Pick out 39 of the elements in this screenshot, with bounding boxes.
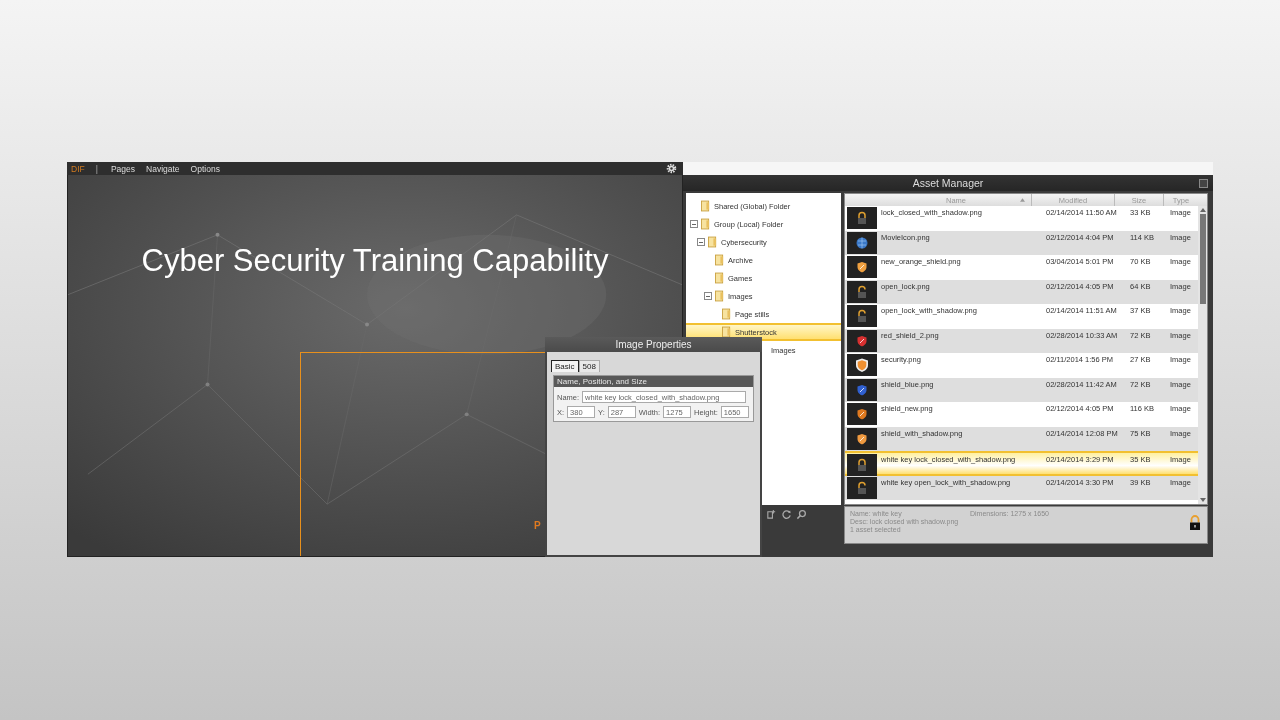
folder-icon: [722, 326, 731, 338]
scrollbar[interactable]: [1198, 206, 1207, 504]
lock-icon: [855, 211, 869, 225]
slide-title: Cyber Security Training Capability: [141, 242, 609, 279]
lock-icon: [855, 284, 869, 299]
tab[interactable]: Basic: [551, 360, 579, 372]
folder-icon: [715, 254, 724, 266]
refresh-icon[interactable]: [781, 509, 792, 520]
folder-icon: [715, 272, 724, 284]
tab[interactable]: 508: [578, 360, 600, 372]
folder-icon: [701, 200, 710, 212]
minimize-button[interactable]: [1199, 179, 1208, 188]
folder-icon: [701, 218, 710, 230]
lock-icon: [855, 480, 869, 495]
lock-icon: [855, 309, 869, 323]
globe-icon: [855, 235, 869, 250]
sort-icon: [1020, 198, 1025, 202]
search-icon[interactable]: [796, 509, 807, 520]
add-icon[interactable]: [766, 509, 777, 520]
lock-icon[interactable]: [1188, 514, 1202, 531]
group-title: Name, Position, and Size: [554, 376, 753, 387]
folder-icon: [722, 308, 731, 320]
dialog-title: Image Properties: [545, 337, 762, 352]
menu-item[interactable]: Options: [190, 163, 220, 174]
lock-icon: [855, 458, 869, 472]
menu-item[interactable]: Navigate: [146, 163, 180, 174]
collapse-icon[interactable]: [697, 238, 705, 246]
scroll-down-icon[interactable]: [1199, 498, 1206, 502]
menu-separator: |: [95, 163, 98, 174]
window-title: Asset Manager: [912, 177, 984, 189]
folder-icon: [715, 290, 724, 302]
collapse-icon[interactable]: [704, 292, 712, 300]
collapse-icon[interactable]: [690, 220, 698, 228]
folder-icon: [708, 236, 717, 248]
app-logo: DIF: [71, 163, 85, 174]
slide-text: P: [534, 520, 541, 531]
menu-item[interactable]: Pages: [110, 163, 136, 174]
scroll-up-icon[interactable]: [1199, 208, 1206, 212]
settings-icon[interactable]: [666, 163, 677, 174]
